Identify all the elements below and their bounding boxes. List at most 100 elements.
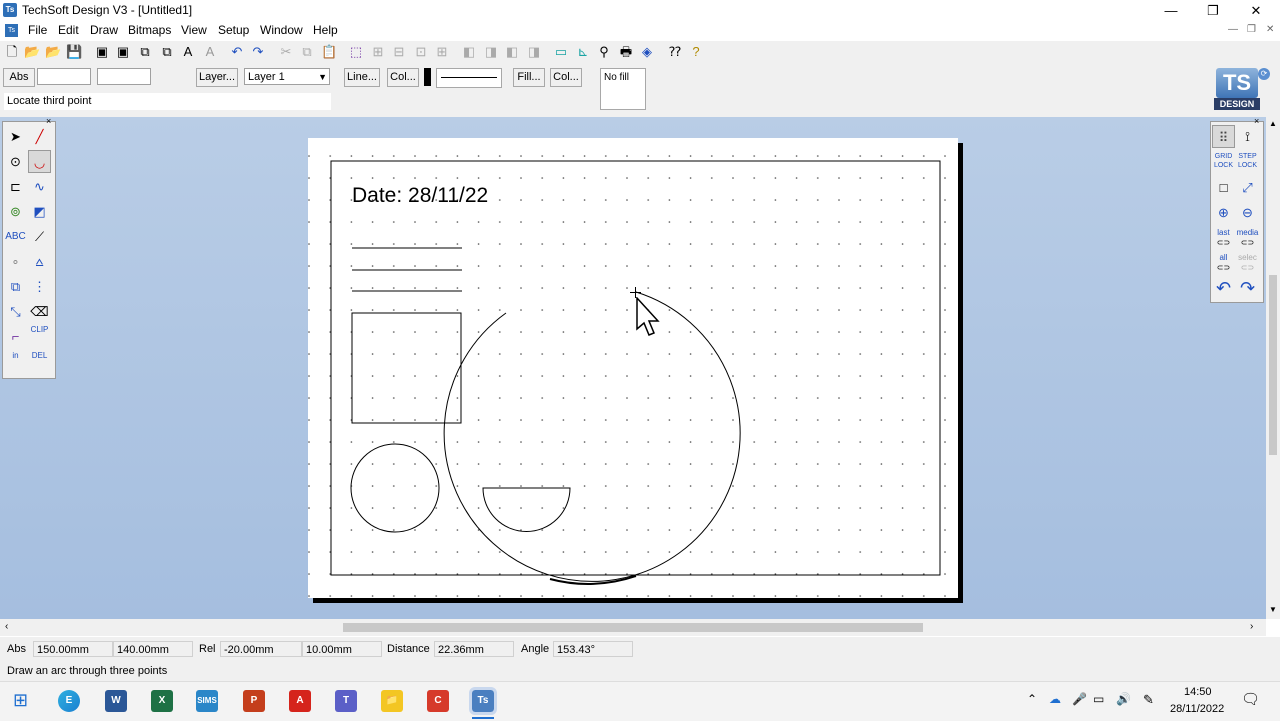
- zoom-selection-button[interactable]: selec ⊂⊃: [1236, 253, 1259, 273]
- grid-dots-icon[interactable]: ⠿: [1212, 125, 1235, 148]
- date-text[interactable]: Date: 28/11/22: [352, 184, 488, 208]
- save-as-icon[interactable]: ⧉: [159, 44, 175, 60]
- fill-colour-button[interactable]: Col...: [550, 68, 582, 87]
- dimension-tool-icon[interactable]: ⟋: [28, 225, 51, 248]
- menu-bitmaps[interactable]: Bitmaps: [128, 23, 171, 37]
- rectangle-tool-icon[interactable]: ⊏: [4, 175, 27, 198]
- context-help-icon[interactable]: ⁇: [667, 44, 683, 60]
- volume-icon[interactable]: 🔊: [1116, 692, 1131, 706]
- ungroup-icon[interactable]: ⊞: [434, 44, 450, 60]
- techsoft-taskbar-icon[interactable]: Ts: [469, 687, 497, 715]
- array-tool-icon[interactable]: ⋮: [28, 275, 51, 298]
- battery-icon[interactable]: ▭: [1093, 692, 1104, 706]
- word-icon[interactable]: W: [105, 690, 127, 712]
- save-icon[interactable]: 💾: [66, 44, 82, 60]
- microphone-icon[interactable]: 🎤: [1072, 692, 1087, 706]
- excel-icon[interactable]: X: [151, 690, 173, 712]
- acrobat-icon[interactable]: A: [289, 690, 311, 712]
- dimension-icon[interactable]: ⊾: [575, 44, 591, 60]
- menu-file[interactable]: File: [28, 23, 47, 37]
- offset-tool-icon[interactable]: ⊚: [4, 200, 27, 223]
- file-explorer-icon[interactable]: 📁: [381, 690, 403, 712]
- grid-lock-button[interactable]: GRID LOCK: [1212, 152, 1235, 170]
- backward-icon[interactable]: ◨: [526, 44, 542, 60]
- child-close-button[interactable]: ✕: [1266, 24, 1274, 35]
- layer-button[interactable]: Layer...: [196, 68, 238, 87]
- snap-icon[interactable]: ⟟: [1236, 125, 1259, 148]
- open-library-icon[interactable]: 📂: [45, 44, 61, 60]
- export-icon[interactable]: ⧉: [137, 44, 153, 60]
- hatch-tool-icon[interactable]: ◩: [28, 200, 51, 223]
- output-icon[interactable]: ◈: [639, 44, 655, 60]
- cad-app-icon[interactable]: C: [427, 690, 449, 712]
- notifications-icon[interactable]: 🗨: [1241, 690, 1260, 708]
- scroll-right-icon[interactable]: ›: [1250, 621, 1253, 632]
- menu-edit[interactable]: Edit: [58, 23, 79, 37]
- child-minimize-button[interactable]: —: [1228, 24, 1238, 35]
- tray-chevron-icon[interactable]: ⌃: [1027, 692, 1037, 706]
- copy-tool-icon[interactable]: ⧉: [4, 275, 27, 298]
- group-icon[interactable]: ⊡: [413, 44, 429, 60]
- minimize-button[interactable]: —: [1148, 0, 1194, 21]
- zoom-all-button[interactable]: all ⊂⊃: [1212, 253, 1235, 273]
- pen-icon[interactable]: ✎: [1143, 692, 1154, 708]
- zoom-page-icon[interactable]: □: [1212, 176, 1235, 199]
- copy-icon[interactable]: ⧉: [299, 44, 315, 60]
- zoom-out-icon[interactable]: ⊖: [1236, 201, 1259, 224]
- close-button[interactable]: ✕: [1233, 0, 1279, 21]
- clock-date[interactable]: 28/11/2022: [1170, 703, 1224, 715]
- help-icon[interactable]: ?: [688, 44, 704, 60]
- scroll-up-icon[interactable]: ▲: [1269, 119, 1277, 128]
- import-icon[interactable]: ▣: [115, 44, 131, 60]
- layer-select[interactable]: Layer 1 ▼: [244, 68, 330, 85]
- step-lock-button[interactable]: STEP LOCK: [1236, 152, 1259, 170]
- clip-tool-icon[interactable]: CLIP: [28, 325, 51, 348]
- back-icon[interactable]: ◨: [483, 44, 499, 60]
- app-icon[interactable]: Ts: [3, 3, 17, 17]
- cut-icon[interactable]: ✂: [278, 44, 294, 60]
- printer-icon[interactable]: 🖶: [618, 44, 634, 60]
- front-icon[interactable]: ◧: [461, 44, 477, 60]
- redo-icon[interactable]: ↷: [250, 44, 266, 60]
- text-tool-icon[interactable]: ABC: [4, 225, 27, 248]
- sims-icon[interactable]: SIMS: [196, 690, 218, 712]
- align-icon[interactable]: ⊞: [370, 44, 386, 60]
- scale-tool-icon[interactable]: ⤡: [4, 300, 27, 323]
- horizontal-scroll-thumb[interactable]: [343, 623, 923, 632]
- view-redo-icon[interactable]: ↷: [1236, 277, 1259, 300]
- abs-toggle-button[interactable]: Abs: [3, 68, 35, 87]
- zoom-media-button[interactable]: media ⊂⊃: [1236, 228, 1259, 248]
- fill-button[interactable]: Fill...: [513, 68, 545, 87]
- line-colour-button[interactable]: Col...: [387, 68, 419, 87]
- line-style-selector[interactable]: [436, 68, 502, 88]
- child-restore-button[interactable]: ❐: [1247, 24, 1256, 35]
- construct-tool-icon[interactable]: ⩟: [28, 250, 51, 273]
- new-file-icon[interactable]: 🗋: [4, 44, 20, 60]
- view-undo-icon[interactable]: ↶: [1212, 277, 1235, 300]
- forward-icon[interactable]: ◧: [504, 44, 520, 60]
- eraser-tool-icon[interactable]: ⌫: [28, 300, 51, 323]
- horizontal-scrollbar[interactable]: ‹ ›: [0, 619, 1266, 636]
- zoom-last-button[interactable]: last ⊂⊃: [1212, 228, 1235, 248]
- distribute-icon[interactable]: ⊟: [391, 44, 407, 60]
- coord-y-field[interactable]: [97, 68, 151, 85]
- menu-help[interactable]: Help: [313, 23, 338, 37]
- scroll-down-icon[interactable]: ▼: [1269, 605, 1277, 614]
- menu-setup[interactable]: Setup: [218, 23, 249, 37]
- line-tool-icon[interactable]: ╱: [28, 125, 51, 148]
- teams-icon[interactable]: T: [335, 690, 357, 712]
- powerpoint-icon[interactable]: P: [243, 690, 265, 712]
- delete-tool-icon[interactable]: DEL: [28, 350, 51, 373]
- zoom-tool-icon[interactable]: ⚲: [596, 44, 612, 60]
- curve-tool-icon[interactable]: ∿: [28, 175, 51, 198]
- zoom-extents-icon[interactable]: ⤢: [1236, 176, 1259, 199]
- print-setup-icon[interactable]: ▣: [94, 44, 110, 60]
- scroll-left-icon[interactable]: ‹: [5, 621, 8, 632]
- restore-button[interactable]: ❐: [1190, 0, 1236, 21]
- tray-network-app-icon[interactable]: ☁: [1049, 692, 1061, 706]
- doc-icon[interactable]: Ts: [5, 24, 18, 37]
- arc-tool-icon[interactable]: ◡: [28, 150, 51, 173]
- zoom-in-icon[interactable]: ⊕: [1212, 201, 1235, 224]
- vertical-scroll-thumb[interactable]: [1269, 275, 1277, 455]
- menu-view[interactable]: View: [181, 23, 207, 37]
